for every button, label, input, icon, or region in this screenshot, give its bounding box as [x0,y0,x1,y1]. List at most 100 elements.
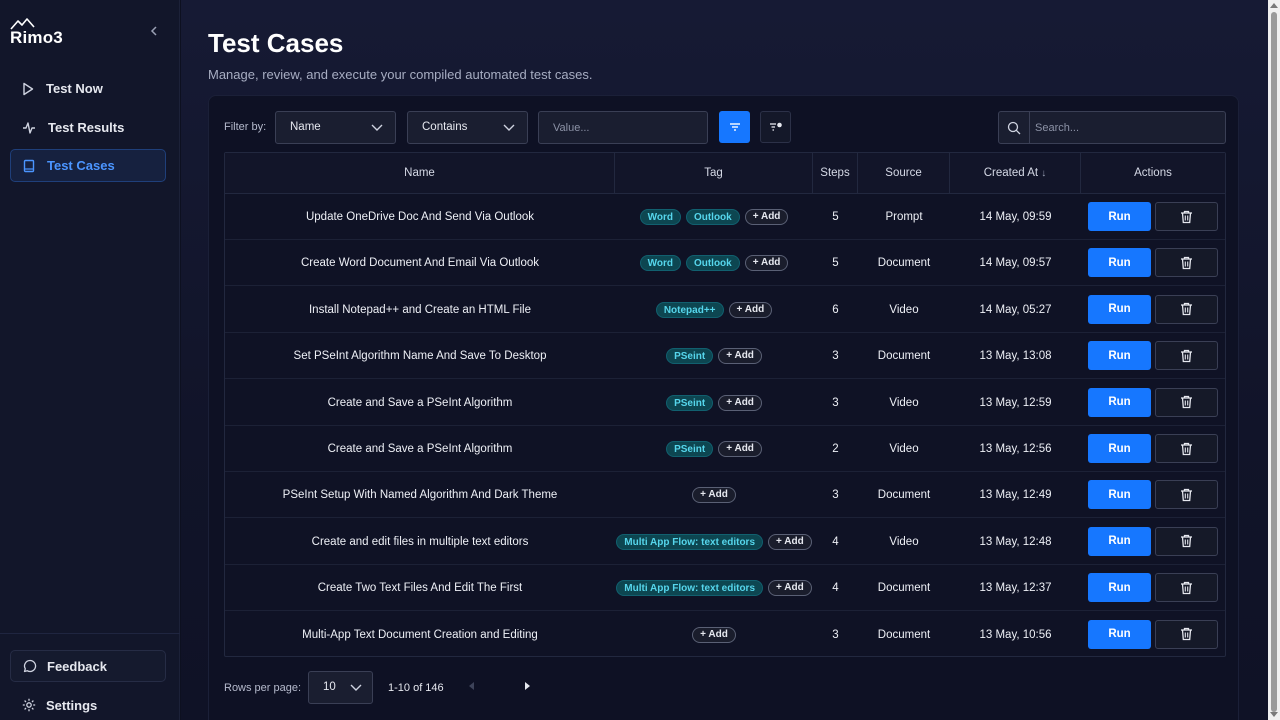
settings-button[interactable]: Settings [10,690,166,720]
column-header-label: Actions [1134,167,1172,179]
run-button[interactable]: Run [1088,526,1151,556]
table-row[interactable]: PSeInt Setup With Named Algorithm And Da… [225,472,1225,519]
cell-created-at: 14 May, 05:27 [950,287,1081,333]
page-scrollbar[interactable] [1268,0,1280,720]
add-tag-button[interactable]: + Add [718,441,762,457]
search-input[interactable] [1031,112,1223,143]
sort-desc-icon: ↓ [1041,168,1047,179]
column-header-name[interactable]: Name [225,153,615,193]
run-button[interactable]: Run [1088,619,1151,649]
add-tag-button[interactable]: + Add [768,533,812,550]
sidebar-item-test-now[interactable]: Test Now [10,72,166,105]
cell-name-text: Update OneDrive Doc And Send Via Outlook [305,211,534,223]
page-title: Test Cases [208,28,344,58]
search-icon [1007,121,1021,134]
cell-created-at: 13 May, 10:56 [950,612,1081,658]
cell-source-text: Prompt [885,211,923,223]
cell-steps-text: 6 [832,303,839,316]
collapse-sidebar-button[interactable] [146,24,162,40]
filter-field-select[interactable]: Name [275,111,396,144]
column-header-tag[interactable]: Tag [615,153,813,193]
cell-tags: Word Outlook + Add [615,194,813,240]
filter-value-input[interactable] [538,111,708,144]
delete-button[interactable] [1155,434,1218,463]
cell-tags: PSeint + Add [615,333,813,379]
delete-button[interactable] [1155,480,1218,510]
add-tag-button[interactable]: + Add [728,301,773,318]
add-tag-button[interactable]: + Add [744,209,789,225]
table-row[interactable]: Update OneDrive Doc And Send Via Outlook… [225,194,1225,240]
search-box [998,111,1226,144]
cell-created-at: 13 May, 12:48 [950,519,1081,565]
delete-button[interactable] [1155,202,1218,231]
run-button[interactable]: Run [1088,480,1151,510]
cell-steps: 4 [813,519,858,565]
cell-name: Create and Save a PSeInt Algorithm [225,426,615,472]
table-row[interactable]: Create Word Document And Email Via Outlo… [225,240,1225,287]
trash-icon [1181,395,1192,409]
cell-tags: PSeint + Add [615,426,813,472]
cell-source-text: Document [877,628,931,641]
add-tag-button[interactable]: + Add [744,255,789,272]
run-button[interactable]: Run [1088,248,1151,278]
scroll-up-arrow-icon[interactable] [1270,3,1278,8]
filter-operator-select[interactable]: Contains [407,111,528,144]
column-header-steps[interactable]: Steps [813,153,858,193]
scrollbar-thumb[interactable] [1271,12,1277,712]
run-button[interactable]: Run [1088,434,1151,463]
add-tag-button[interactable]: + Add [718,348,762,365]
cell-created-at: 13 May, 13:08 [950,333,1081,379]
next-page-button[interactable] [522,679,536,695]
run-button[interactable]: Run [1088,202,1151,231]
page-subtitle: Manage, review, and execute your compile… [208,67,593,82]
trash-icon [1181,442,1192,455]
table-row[interactable]: Create and Save a PSeInt Algorithm PSeint… [225,380,1225,426]
cell-steps-text: 5 [832,257,839,270]
sidebar-item-test-results[interactable]: Test Results [10,111,166,144]
add-tag-button[interactable]: + Add [692,487,736,504]
run-button[interactable]: Run [1088,341,1151,371]
filter-operator-value: Contains [422,121,468,133]
delete-button[interactable] [1155,573,1218,603]
tag-badge: Outlook [685,255,740,272]
delete-button[interactable] [1155,387,1218,417]
tag-badge: PSeint [666,441,714,457]
apply-filter-button[interactable] [719,111,750,143]
filter-label: Filter by: [224,121,267,133]
cell-steps: 5 [813,194,858,240]
delete-button[interactable] [1155,294,1218,324]
column-header-source[interactable]: Source [858,153,950,193]
delete-button[interactable] [1155,526,1218,556]
sidebar-item-test-cases[interactable]: Test Cases [10,149,166,182]
feedback-button[interactable]: Feedback [10,650,166,682]
add-tag-button[interactable]: + Add [718,394,762,411]
rows-per-page-select[interactable]: 10 [308,671,373,704]
pagination-range: 1-10 of 146 [388,682,444,694]
table-row[interactable]: Set PSeInt Algorithm Name And Save To De… [225,333,1225,380]
cell-source: Video [858,287,950,333]
cell-name: Create Word Document And Email Via Outlo… [225,240,615,286]
run-button[interactable]: Run [1088,573,1151,603]
table-row[interactable]: Create and Save a PSeInt Algorithm PSeint… [225,426,1225,472]
table-row[interactable]: Install Notepad++ and Create an HTML Fil… [225,287,1225,333]
table-row[interactable]: Create and edit files in multiple text e… [225,519,1225,565]
app-logo[interactable]: Rimo3 [10,18,70,47]
cell-source-text: Document [877,257,931,270]
run-button[interactable]: Run [1088,294,1151,324]
cell-steps-text: 4 [832,582,839,595]
add-tag-button[interactable]: + Add [692,626,736,643]
table-row[interactable]: Multi-App Text Document Creation and Edi… [225,612,1225,658]
sidebar-item-label: Test Cases [47,158,115,173]
sidebar-divider [0,633,180,634]
table-row[interactable]: Create Two Text Files And Edit The First… [225,565,1225,612]
delete-button[interactable] [1155,619,1218,649]
scroll-down-arrow-icon[interactable] [1270,712,1278,717]
filter-options-button[interactable] [760,111,791,143]
column-header-created-at[interactable]: Created At ↓ [950,153,1081,193]
add-tag-button[interactable]: + Add [768,580,812,597]
delete-button[interactable] [1155,341,1218,371]
previous-page-button[interactable] [467,679,481,695]
delete-button[interactable] [1155,248,1218,278]
logo-text: Rimo3 [10,28,63,47]
run-button[interactable]: Run [1088,387,1151,417]
